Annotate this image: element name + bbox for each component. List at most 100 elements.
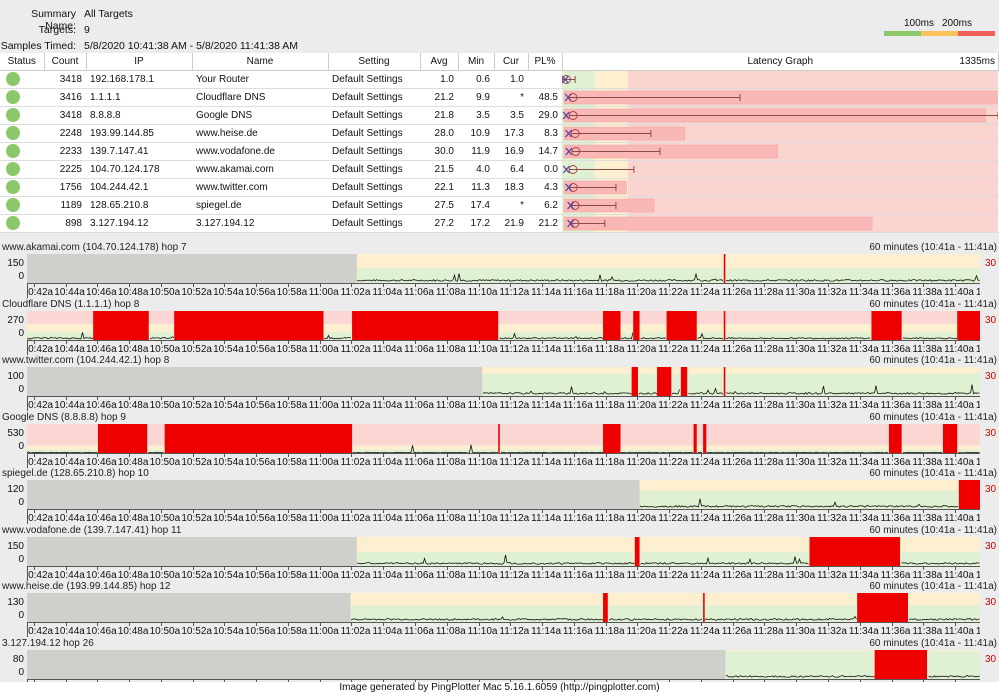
time-tick-label: 10:56a [244,456,276,468]
y-max-label: 120 [7,484,24,495]
time-tick-label: 11:34a [848,456,879,468]
count: 1756 [44,178,86,197]
target-name: www.heise.de [192,124,328,143]
time-tick-label: 11:42a [976,287,980,298]
time-tick-label: 10:44a [54,456,85,468]
time-tick-label: 11:36a [880,287,911,298]
time-tick-label: 11:02a [340,287,371,298]
time-tick-label: 11:28a [753,569,784,581]
status-cell [0,142,44,161]
table-row[interactable]: 3418 8.8.8.8 Google DNS Default Settings 21.… [0,106,999,125]
panel-title: Cloudflare DNS (1.1.1.1) hop 8 [2,298,140,310]
packet-loss: 0.0 [528,160,562,179]
latency-timeline[interactable] [27,310,980,341]
panel-title: www.twitter.com (104.244.42.1) hop 8 [2,355,170,366]
column-header-latency-graph[interactable]: Latency Graph 1335ms [562,53,999,71]
y-max-label: 100 [7,371,24,382]
time-tick-label: 11:38a [912,569,943,581]
time-tick-label: 11:36a [880,456,911,468]
hop-graph-panel[interactable]: Cloudflare DNS (1.1.1.1) hop 8 60 minute… [0,299,999,355]
status-ok-icon [6,144,20,158]
y-min-label: 0 [18,610,24,621]
time-tick-label: 11:20a [626,456,657,468]
packet-loss-block [874,649,928,680]
target-name: www.vodafone.de [192,142,328,161]
setting: Default Settings [328,178,420,197]
table-row[interactable]: 2248 193.99.144.85 www.heise.de Default Set… [0,124,999,143]
latency-timeline[interactable] [27,536,980,567]
latency-timeline[interactable] [27,423,980,454]
column-header-cur[interactable]: Cur [494,53,529,71]
latency-timeline[interactable] [27,367,980,397]
column-header-setting[interactable]: Setting [328,53,421,71]
table-row[interactable]: 2233 139.7.147.41 www.vodafone.de Default S… [0,142,999,161]
time-tick-label: 11:16a [562,287,593,298]
hop-graph-panel[interactable]: www.twitter.com (104.244.42.1) hop 8 60 … [0,355,999,411]
ip-address: 3.127.194.12 [86,214,192,233]
time-tick-label: 10:48a [117,513,149,524]
column-header-count[interactable]: Count [44,53,87,71]
hop-graph-panel[interactable]: spiegel.de (128.65.210.8) hop 10 60 minu… [0,468,999,524]
table-row[interactable]: 2225 104.70.124.178 www.akamai.com Default … [0,160,999,179]
table-row[interactable]: 1189 128.65.210.8 spiegel.de Default Settin… [0,196,999,215]
time-tick-label: 11:02a [340,626,371,637]
latency-timeline[interactable] [27,480,980,510]
column-header-min[interactable]: Min [458,53,495,71]
table-row[interactable]: 898 3.127.194.12 3.127.194.12 Default Setti… [0,214,999,233]
time-tick-label: 11:16a [562,456,593,468]
packet-loss: 21.2 [528,214,562,233]
time-tick-label: 10:46a [86,456,117,468]
time-tick-label: 11:28a [753,287,784,298]
red-zone [628,160,998,178]
hop-graph-panel[interactable]: www.heise.de (193.99.144.85) hop 12 60 m… [0,581,999,637]
samples-range: 5/8/2020 10:41:38 AM - 5/8/2020 11:41:38… [84,40,299,52]
time-tick-label: 11:06a [404,626,434,637]
time-tick-label: 11:14a [531,287,561,298]
hop-graph-panel[interactable]: Google DNS (8.8.8.8) hop 9 60 minutes (1… [0,412,999,468]
time-tick-label: 10:46a [86,400,117,411]
column-header-avg[interactable]: Avg [420,53,459,71]
status-ok-icon [6,216,20,230]
time-tick-label: 11:20a [626,343,657,355]
time-tick-label: 11:32a [817,456,847,468]
time-tick-label: 11:16a [562,626,593,637]
ip-address: 1.1.1.1 [86,88,192,107]
setting: Default Settings [328,214,420,233]
time-tick-label: 11:20a [626,513,657,524]
time-tick-label: 11:32a [817,569,847,581]
time-tick-label: 10:58a [276,343,308,355]
table-row[interactable]: 1756 104.244.42.1 www.twitter.com Default S… [0,178,999,197]
time-tick-label: 11:32a [817,513,847,524]
column-header-pl-[interactable]: PL% [528,53,563,71]
column-header-status[interactable]: Status [0,53,45,71]
column-header-ip[interactable]: IP [86,53,193,71]
hop-graph-panel[interactable]: www.vodafone.de (139.7.147.41) hop 11 60… [0,525,999,581]
packet-loss [528,70,562,89]
packet-loss-block [666,310,697,341]
latency-timeline[interactable] [27,254,980,284]
latency-timeline[interactable] [27,649,980,680]
column-header-name[interactable]: Name [192,53,329,71]
targets-label: Targets: [38,24,76,36]
time-tick-label: 11:16a [562,569,593,581]
no-data-region [27,593,351,623]
time-axis: 10:42a10:44a10:46a10:48a10:50a10:52a10:5… [27,566,980,581]
latency-graph-cell [562,160,999,179]
table-row[interactable]: 3418 192.168.178.1 Your Router Default Sett… [0,70,999,89]
time-tick-label: 10:46a [86,513,117,524]
status-ok-icon [6,108,20,122]
latency-graph-cell [562,178,999,197]
time-axis: 10:42a10:44a10:46a10:48a10:50a10:52a10:5… [27,510,980,524]
samples-label: Samples Timed: [0,40,76,52]
latency-timeline[interactable] [27,593,980,623]
hop-graph-panel[interactable]: www.akamai.com (104.70.124.178) hop 7 60… [0,242,999,298]
time-tick-label: 10:52a [181,343,212,355]
time-tick-label: 11:28a [753,343,784,355]
table-row[interactable]: 3416 1.1.1.1 Cloudflare DNS Default Setting… [0,88,999,107]
avg: 27.5 [420,196,458,215]
time-tick-label: 11:24a [690,456,720,468]
cur: 21.9 [494,214,528,233]
avg: 30.0 [420,142,458,161]
time-axis: 10:42a10:44a10:46a10:48a10:50a10:52a10:5… [27,340,980,355]
target-name: Your Router [192,70,328,89]
